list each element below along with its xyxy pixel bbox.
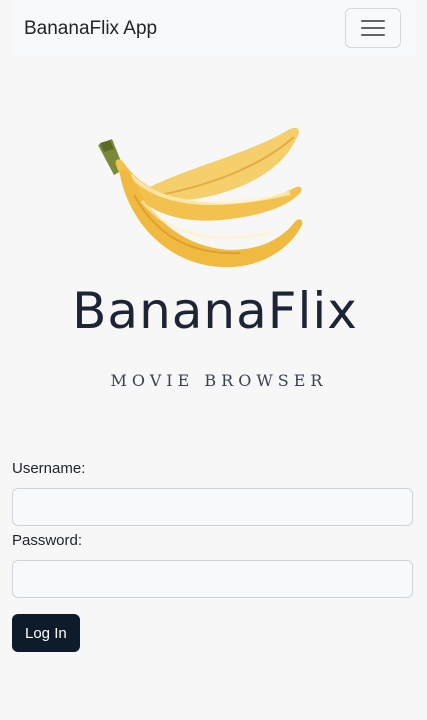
navbar-brand[interactable]: BananaFlix App xyxy=(24,19,157,38)
navbar: BananaFlix App xyxy=(12,0,415,56)
password-input[interactable] xyxy=(12,560,413,598)
password-label: Password: xyxy=(12,532,83,549)
login-form: Username: Password: Log In xyxy=(12,458,413,652)
app-logo: BananaFlix MOVIE BROWSER xyxy=(40,110,390,410)
logo-subtitle: MOVIE BROWSER xyxy=(110,371,328,390)
logo-title: BananaFlix xyxy=(72,282,358,340)
hamburger-menu-icon xyxy=(360,18,386,38)
navbar-toggler-button[interactable] xyxy=(345,8,401,48)
login-button[interactable]: Log In xyxy=(12,614,80,652)
banana-bunch-icon xyxy=(98,127,303,268)
username-label: Username: xyxy=(12,460,86,477)
login-page: BananaFlix App BananaFlix MOVIE BROWSER … xyxy=(0,0,427,720)
username-input[interactable] xyxy=(12,488,413,526)
